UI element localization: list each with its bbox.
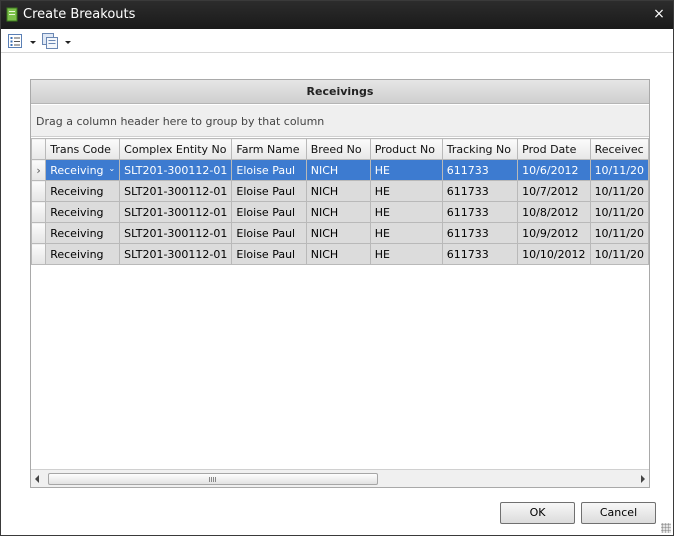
received-cell[interactable]: 10/11/20 [589, 222, 649, 244]
title-bar[interactable]: Create Breakouts × [1, 1, 673, 29]
column-header-product-no[interactable]: Product No [369, 138, 443, 160]
layout-icon[interactable] [42, 33, 58, 49]
complex-entity-no-cell[interactable]: SLT201-300112-01 [119, 222, 233, 244]
document-green-icon [6, 7, 18, 22]
row-indicator[interactable] [31, 201, 47, 223]
horizontal-scrollbar[interactable] [31, 469, 649, 487]
column-header-trans-code[interactable]: Trans Code [45, 138, 121, 160]
complex-entity-no-cell[interactable]: SLT201-300112-01 [119, 159, 233, 181]
trans-code-value: Receiving [50, 163, 104, 177]
tracking-no-cell[interactable]: 611733 [441, 180, 519, 202]
scroll-left-icon[interactable] [35, 475, 39, 483]
breed-no-cell[interactable]: NICH [305, 159, 371, 181]
table-row[interactable]: Receiving SLT201-300112-01 Eloise Paul N… [31, 201, 649, 223]
table-row[interactable]: Receiving SLT201-300112-01 Eloise Paul N… [31, 243, 649, 265]
product-no-cell[interactable]: HE [369, 201, 443, 223]
scrollbar-thumb[interactable] [48, 473, 378, 485]
grid-title: Receivings [31, 80, 649, 104]
prod-date-cell[interactable]: 10/9/2012 [517, 222, 591, 244]
trans-code-cell[interactable]: Receiving [45, 180, 121, 202]
row-indicator-header [31, 138, 47, 160]
complex-entity-no-cell[interactable]: SLT201-300112-01 [119, 243, 233, 265]
received-cell[interactable]: 10/11/20 [589, 159, 649, 181]
chevron-down-icon[interactable] [65, 41, 71, 44]
group-by-panel[interactable]: Drag a column header here to group by th… [31, 105, 649, 137]
complex-entity-no-cell[interactable]: SLT201-300112-01 [119, 180, 233, 202]
prod-date-cell[interactable]: 10/8/2012 [517, 201, 591, 223]
scroll-right-icon[interactable] [641, 475, 645, 483]
create-breakouts-window: Create Breakouts × Receivings Drag a col… [0, 0, 674, 536]
toolbar [1, 29, 673, 53]
header-row: Trans Code Complex Entity No Farm Name B… [31, 138, 649, 160]
grid-data-area: Trans Code Complex Entity No Farm Name B… [31, 138, 649, 468]
farm-name-cell[interactable]: Eloise Paul [231, 201, 307, 223]
trans-code-cell[interactable]: Receiving [45, 243, 121, 265]
product-no-cell[interactable]: HE [369, 222, 443, 244]
close-icon[interactable]: × [651, 6, 667, 22]
tracking-no-cell[interactable]: 611733 [441, 243, 519, 265]
window-title: Create Breakouts [23, 7, 136, 22]
row-indicator[interactable]: › [31, 159, 47, 181]
breed-no-cell[interactable]: NICH [305, 222, 371, 244]
table-row[interactable]: › Receiving ⌄ SLT201-300112-01 Eloise Pau… [31, 159, 649, 181]
breed-no-cell[interactable]: NICH [305, 201, 371, 223]
table-row[interactable]: Receiving SLT201-300112-01 Eloise Paul N… [31, 180, 649, 202]
chevron-down-icon[interactable]: ⌄ [108, 164, 115, 173]
breed-no-cell[interactable]: NICH [305, 243, 371, 265]
product-no-cell[interactable]: HE [369, 159, 443, 181]
grip-icon [209, 477, 217, 482]
list-options-icon[interactable] [8, 33, 22, 49]
farm-name-cell[interactable]: Eloise Paul [231, 243, 307, 265]
row-indicator[interactable] [31, 243, 47, 265]
farm-name-cell[interactable]: Eloise Paul [231, 222, 307, 244]
tracking-no-cell[interactable]: 611733 [441, 159, 519, 181]
complex-entity-no-cell[interactable]: SLT201-300112-01 [119, 201, 233, 223]
column-header-farm-name[interactable]: Farm Name [231, 138, 307, 160]
receivings-table: Trans Code Complex Entity No Farm Name B… [31, 138, 649, 265]
tracking-no-cell[interactable]: 611733 [441, 201, 519, 223]
trans-code-cell[interactable]: Receiving [45, 222, 121, 244]
prod-date-cell[interactable]: 10/10/2012 [517, 243, 591, 265]
group-hint-text: Drag a column header here to group by th… [36, 115, 325, 128]
column-header-prod-date[interactable]: Prod Date [517, 138, 591, 160]
tracking-no-cell[interactable]: 611733 [441, 222, 519, 244]
column-header-tracking-no[interactable]: Tracking No [441, 138, 519, 160]
trans-code-cell[interactable]: Receiving [45, 201, 121, 223]
farm-name-cell[interactable]: Eloise Paul [231, 180, 307, 202]
receivings-grid-panel: Receivings Drag a column header here to … [30, 79, 650, 488]
cancel-button[interactable]: Cancel [581, 502, 656, 524]
resize-grip-icon[interactable] [661, 523, 671, 533]
received-cell[interactable]: 10/11/20 [589, 243, 649, 265]
prod-date-cell[interactable]: 10/7/2012 [517, 180, 591, 202]
row-indicator[interactable] [31, 180, 47, 202]
received-cell[interactable]: 10/11/20 [589, 201, 649, 223]
column-header-received[interactable]: Receivec [589, 138, 649, 160]
product-no-cell[interactable]: HE [369, 243, 443, 265]
row-indicator[interactable] [31, 222, 47, 244]
received-cell[interactable]: 10/11/20 [589, 180, 649, 202]
table-row[interactable]: Receiving SLT201-300112-01 Eloise Paul N… [31, 222, 649, 244]
ok-button[interactable]: OK [500, 502, 575, 524]
column-header-complex-entity-no[interactable]: Complex Entity No [119, 138, 233, 160]
trans-code-cell[interactable]: Receiving ⌄ [45, 159, 121, 181]
prod-date-cell[interactable]: 10/6/2012 [517, 159, 591, 181]
chevron-down-icon[interactable] [30, 41, 36, 44]
breed-no-cell[interactable]: NICH [305, 180, 371, 202]
product-no-cell[interactable]: HE [369, 180, 443, 202]
farm-name-cell[interactable]: Eloise Paul [231, 159, 307, 181]
column-header-breed-no[interactable]: Breed No [305, 138, 371, 160]
